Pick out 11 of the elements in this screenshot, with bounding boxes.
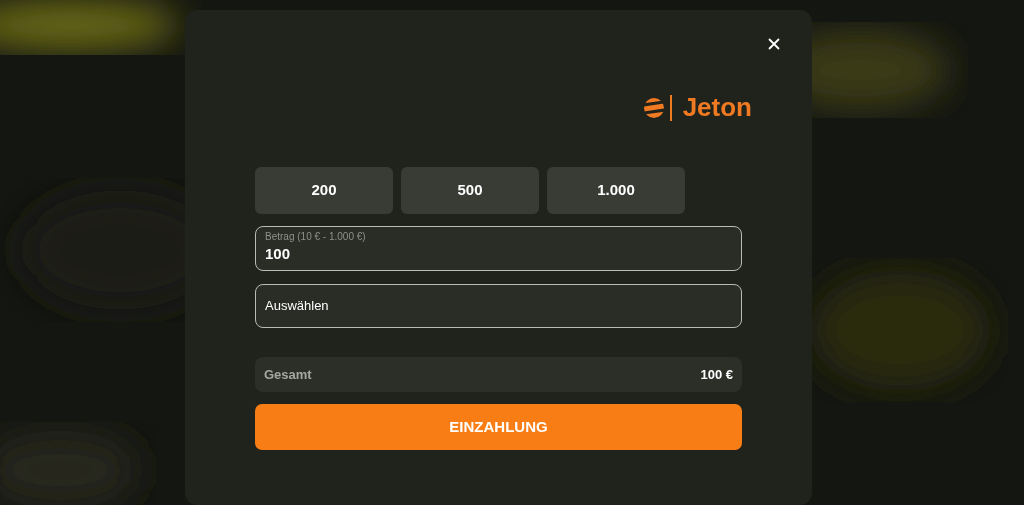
amount-button[interactable]: 500 [401, 167, 539, 214]
method-select[interactable]: Auswählen [255, 284, 742, 328]
field-value: 100 [265, 244, 292, 264]
logo-text: Jeton [682, 91, 752, 124]
amount-button[interactable]: 200 [255, 167, 393, 214]
amount-button[interactable]: 1.000 [547, 167, 685, 214]
total-label: Gesamt [264, 365, 312, 384]
close-icon[interactable] [768, 38, 780, 50]
amount-field[interactable]: Betrag (10 € - 1.000 €) 100 [255, 226, 742, 271]
field-label: Betrag (10 € - 1.000 €) [265, 231, 367, 243]
total-value: 100 € [700, 365, 733, 384]
